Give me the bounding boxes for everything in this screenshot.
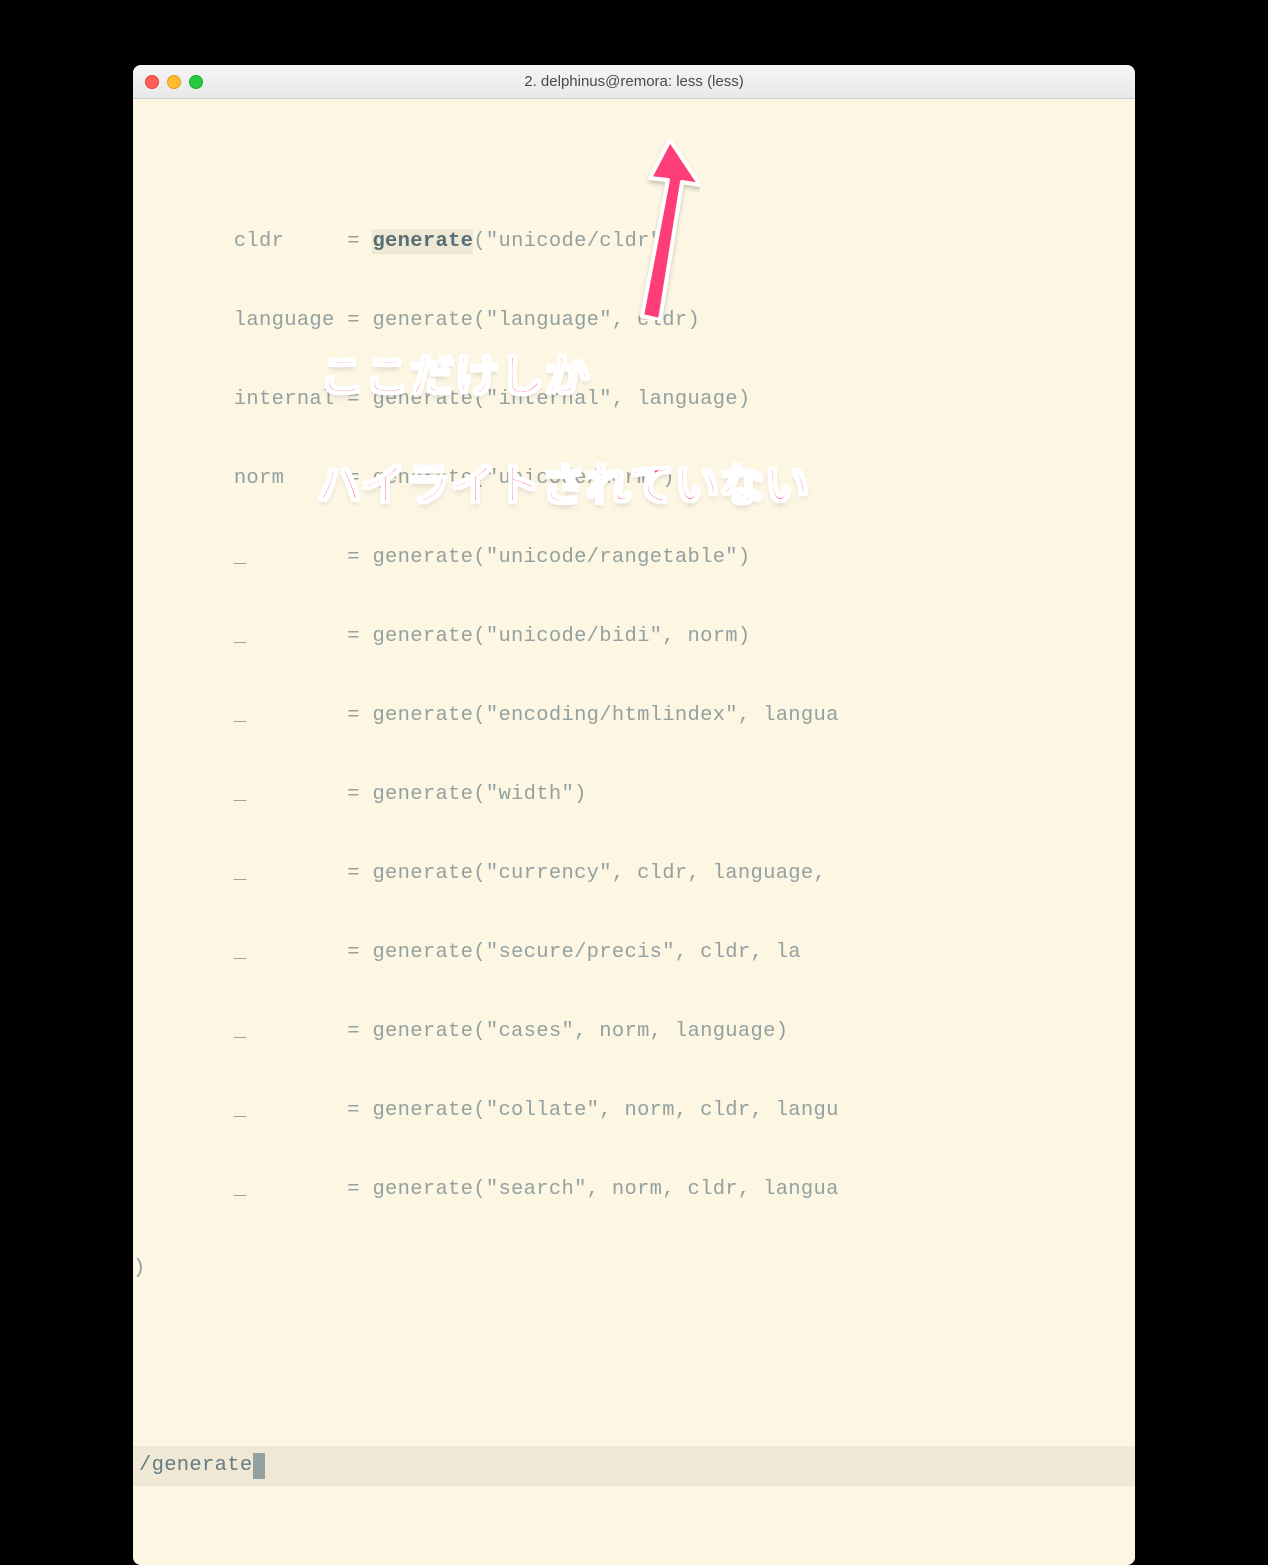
code-line: _ = generate("cases", norm, language) — [133, 1012, 1135, 1052]
code-line: _ = generate("search", norm, cldr, langu… — [133, 1170, 1135, 1210]
terminal-window: 2. delphinus@remora: less (less) cldr = … — [133, 65, 1135, 1565]
code-line: cldr = generate("unicode/cldr") — [133, 222, 1135, 262]
window-title: 2. delphinus@remora: less (less) — [133, 73, 1135, 90]
code-line: _ = generate("encoding/htmlindex", langu… — [133, 696, 1135, 736]
code-line: _ = generate("unicode/bidi", norm) — [133, 617, 1135, 657]
code-text: ("unicode/cldr") — [473, 230, 675, 253]
search-query: /generate — [139, 1446, 252, 1486]
code-line: _ = generate("unicode/rangetable") — [133, 538, 1135, 578]
code-line: _ = generate("collate", norm, cldr, lang… — [133, 1091, 1135, 1131]
code-line: internal = generate("internal", language… — [133, 380, 1135, 420]
code-text: cldr = — [133, 230, 372, 253]
terminal-content[interactable]: cldr = generate("unicode/cldr") language… — [133, 99, 1135, 1565]
less-search-bar[interactable]: /generate — [133, 1446, 1135, 1486]
window-titlebar[interactable]: 2. delphinus@remora: less (less) — [133, 65, 1135, 99]
cursor-icon — [253, 1453, 265, 1479]
code-line: _ = generate("width") — [133, 775, 1135, 815]
code-line: _ = generate("currency", cldr, language, — [133, 854, 1135, 894]
code-line: ) — [133, 1249, 1135, 1289]
code-line: language = generate("language", cldr) — [133, 301, 1135, 341]
code-line: _ = generate("secure/precis", cldr, la — [133, 933, 1135, 973]
code-block: cldr = generate("unicode/cldr") language… — [133, 178, 1135, 1367]
code-line: norm = generate("unicode/norm") — [133, 459, 1135, 499]
search-match-highlight: generate — [372, 229, 473, 254]
